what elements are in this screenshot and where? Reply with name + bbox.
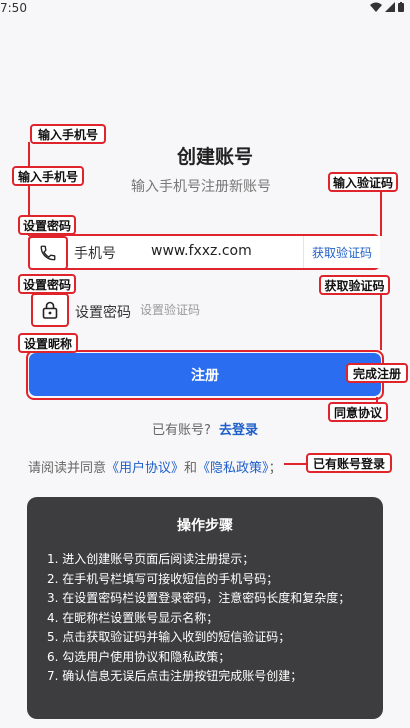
- lock-icon-frame: [31, 293, 69, 327]
- agreement-suffix: ；: [268, 461, 282, 476]
- callout-enter-code: 输入验证码: [328, 172, 398, 192]
- callout-agree-terms: 同意协议: [328, 402, 388, 422]
- get-code-button[interactable]: 获取验证码: [303, 236, 380, 268]
- step-item: 3. 在设置密码栏设置登录密码，注意密码长度和复杂度；: [47, 591, 351, 605]
- callout-enter-phone: 输入手机号: [30, 124, 106, 144]
- agreement-text: 请阅读并同意《用户协议》和《隐私政策》；: [28, 457, 282, 476]
- status-bar: 7:50: [0, 0, 410, 18]
- agreement-prefix: 请阅读并同意: [28, 461, 107, 476]
- phone-icon-frame: [28, 236, 68, 270]
- status-icons: [370, 2, 404, 12]
- step-item: 7. 确认信息无误后点击注册按钮完成账号创建；: [47, 669, 303, 683]
- callout-set-password: 设置密码: [18, 274, 76, 294]
- phone-label: 手机号: [74, 246, 116, 262]
- annotation-line: [380, 190, 382, 236]
- wifi-icon: [370, 2, 382, 12]
- step-item: 4. 在昵称栏设置账号显示名称；: [47, 610, 219, 625]
- steps-list: 1. 进入创建账号页面后阅读注册提示； 2. 在手机号栏填写可接收短信的手机号码…: [47, 550, 350, 687]
- callout-set-nickname: 设置昵称: [18, 333, 78, 353]
- signal-icon: [385, 2, 395, 12]
- user-agreement-link[interactable]: 《用户协议》: [106, 461, 184, 476]
- phone-input[interactable]: www.fxxz.com: [151, 243, 252, 259]
- step-item: 5. 点击获取验证码并输入收到的短信验证码；: [47, 630, 291, 644]
- callout-enter-phone: 输入手机号: [12, 166, 84, 186]
- battery-icon: [398, 2, 404, 12]
- steps-card: 操作步骤 1. 进入创建账号页面后阅读注册提示； 2. 在手机号栏填写可接收短信…: [27, 497, 383, 719]
- register-button[interactable]: 注册: [29, 353, 381, 396]
- phone-icon: [40, 245, 56, 261]
- annotation-line: [284, 463, 306, 465]
- page-title: 创建账号: [176, 146, 253, 168]
- annotation-line: [380, 292, 382, 350]
- agreement-conjunction: 和: [184, 461, 198, 476]
- callout-complete-register: 完成注册: [346, 363, 408, 383]
- step-item: 6. 勾选用户使用协议和隐私政策；: [47, 649, 231, 664]
- callout-set-password: 设置密码: [18, 215, 76, 235]
- callout-have-account-login: 已有账号登录: [306, 453, 392, 473]
- callout-get-code: 获取验证码: [319, 275, 390, 295]
- lock-icon: [42, 301, 58, 319]
- privacy-policy-link[interactable]: 《隐私政策》: [197, 461, 269, 476]
- login-prompt-text: 已有账号?: [152, 423, 211, 438]
- login-link[interactable]: 去登录: [219, 423, 258, 438]
- step-item: 2. 在手机号栏填写可接收短信的手机号码；: [47, 571, 279, 586]
- status-time: 7:50: [0, 1, 27, 15]
- password-input[interactable]: [140, 300, 300, 320]
- step-item: 1. 进入创建账号页面后阅读注册提示；: [47, 552, 255, 566]
- steps-title: 操作步骤: [177, 518, 233, 534]
- password-label: 设置密码: [75, 305, 131, 321]
